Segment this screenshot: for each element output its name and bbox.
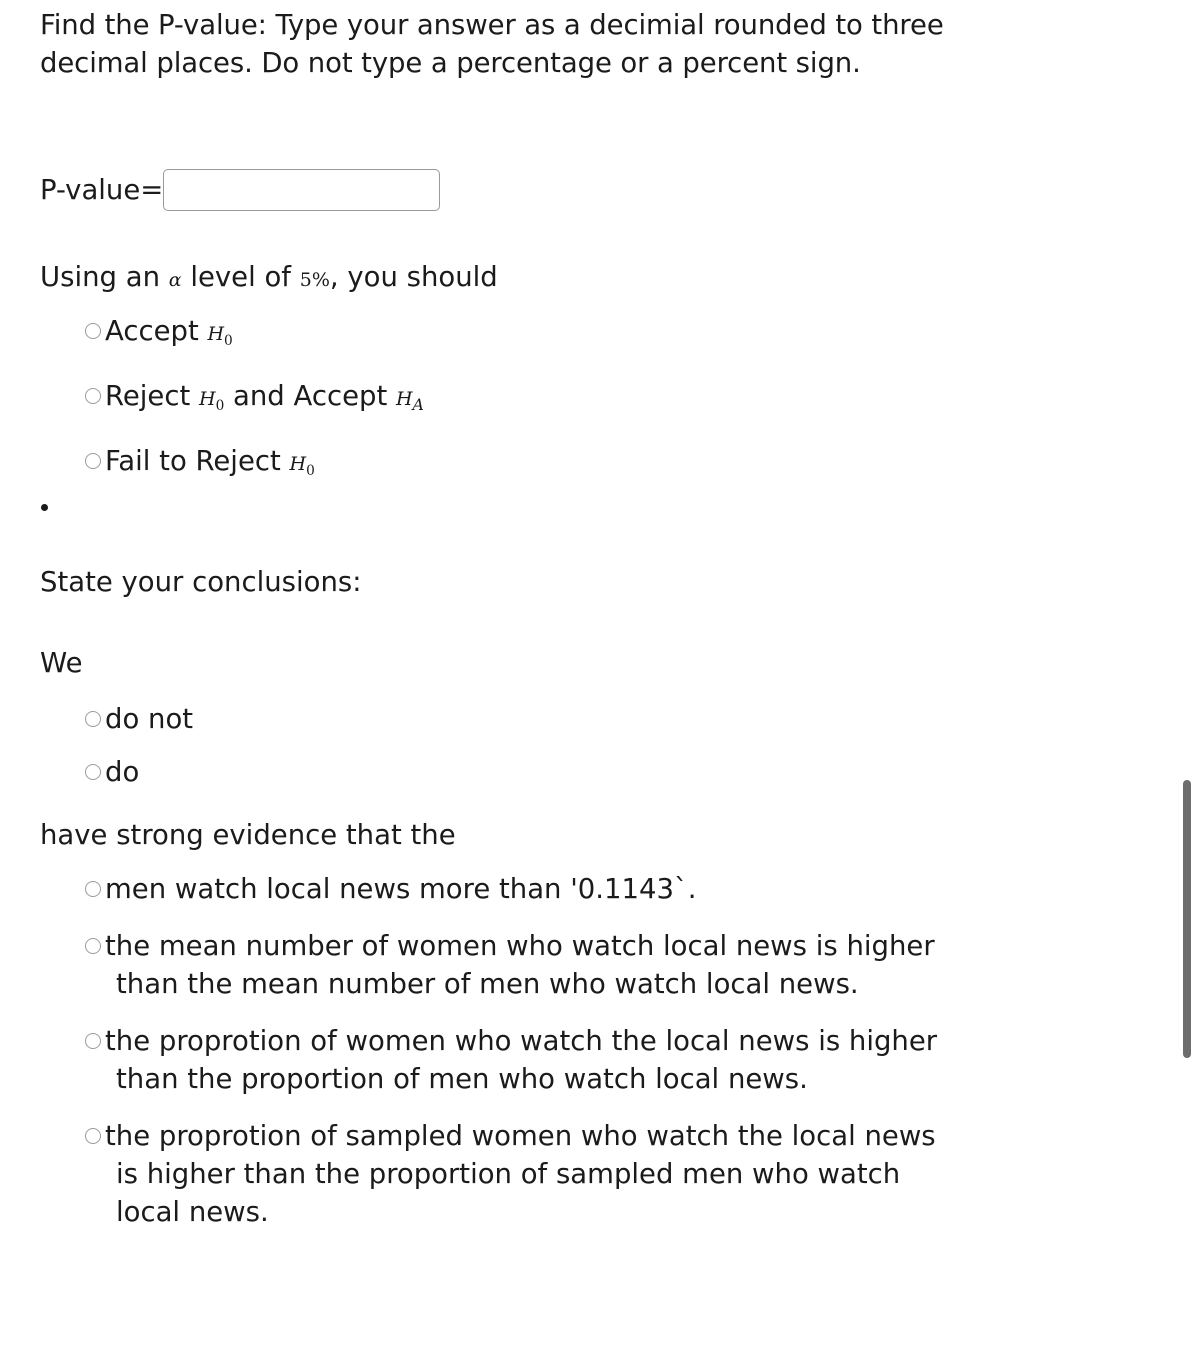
conclusion-line-3: local news. [116,1196,269,1228]
radio-icon[interactable] [85,881,101,897]
prompt-text: Find the P-value: Type your answer as a … [40,9,944,79]
hypothesis-letter: H [207,323,225,345]
hypothesis-symbol-alt: HA [395,387,424,414]
conclusion-option-label: men watch local news more than '0.1143`. [105,870,1050,908]
decision-options-group: Accept H0 Reject H0 and Accept HA Fail t… [85,312,424,506]
conclusion-line-1: the proprotion of women who watch the lo… [105,1025,938,1057]
hypothesis-subscript: A [412,394,424,414]
hypothesis-symbol: H0 [207,323,232,349]
alpha-level-value: 5 [299,269,312,291]
decision-option-label: Accept H0 [105,312,233,360]
hypothesis-letter: H [289,452,307,475]
we-word-text: We [40,647,83,679]
conclusion-option-label: the proprotion of women who watch the lo… [105,1022,1050,1098]
conclusion-options-group: men watch local news more than '0.1143`.… [85,870,1095,1250]
conclusion-line-1: the mean number of women who watch local… [105,930,935,962]
alpha-lead-text-2: level of [181,261,300,293]
percent-symbol: % [311,269,330,291]
alpha-symbol: α [168,269,182,291]
radio-icon[interactable] [85,387,101,404]
hypothesis-letter: H [199,387,216,410]
conclusion-option-label: the proprotion of sampled women who watc… [105,1117,1050,1231]
conclusion-line-1: men watch local news more than '0.1143`. [105,873,697,905]
bullet-dot-icon [41,504,48,511]
scrollbar-thumb[interactable] [1183,780,1191,1058]
option-prefix-text: Fail to Reject [105,444,290,477]
decision-option-fail-to-reject-h0[interactable]: Fail to Reject H0 [85,442,424,490]
decision-option-accept-h0[interactable]: Accept H0 [85,312,424,360]
pvalue-row: P-value= [40,166,441,214]
conclusion-option-men-watch-more[interactable]: men watch local news more than '0.1143`. [85,870,1095,908]
conclusion-line-2: than the proportion of men who watch loc… [116,1063,808,1095]
radio-icon[interactable] [85,1128,101,1144]
alpha-level-line: Using an α level of 5%, you should [40,258,498,299]
option-middle-text: and Accept [224,379,396,412]
pvalue-input[interactable] [163,169,441,211]
question-page: Find the P-value: Type your answer as a … [0,0,1200,1358]
we-option-do[interactable]: do [85,753,193,791]
hypothesis-subscript: 0 [215,397,225,414]
decision-option-label: Fail to Reject H0 [105,442,315,490]
hypothesis-subscript: 0 [224,332,233,349]
evidence-connector-text: have strong evidence that the [40,819,456,851]
conclusion-option-mean-number-women[interactable]: the mean number of women who watch local… [85,927,1095,1003]
radio-icon[interactable] [85,323,101,339]
conclusion-line-2: is higher than the proportion of sampled… [116,1158,901,1190]
conclusion-line-2: than the mean number of men who watch lo… [116,968,859,1000]
radio-icon[interactable] [85,764,101,780]
conclusion-option-proportion-sampled-women[interactable]: the proprotion of sampled women who watc… [85,1117,1095,1231]
hypothesis-symbol: H0 [289,452,315,479]
we-option-do-not[interactable]: do not [85,700,193,738]
conclusion-line-1: the proprotion of sampled women who watc… [105,1120,936,1152]
hypothesis-symbol: H0 [199,387,224,414]
decision-option-label: Reject H0 and Accept HA [105,377,424,425]
alpha-lead-text-3: , you should [329,261,498,293]
pvalue-label: P-value= [40,174,164,206]
option-prefix-text: Reject [105,379,199,412]
radio-icon[interactable] [85,452,101,469]
conclusions-heading: State your conclusions: [40,566,362,598]
radio-icon[interactable] [85,1033,101,1049]
hypothesis-subscript: 0 [306,462,315,479]
we-option-label: do [105,756,140,788]
hypothesis-letter: H [395,387,413,410]
conclusion-option-proportion-women[interactable]: the proprotion of women who watch the lo… [85,1022,1095,1098]
option-prefix-text: Accept [105,315,208,347]
radio-icon[interactable] [85,938,101,954]
alpha-lead-text-1: Using an [40,261,169,293]
we-options-group: do not do [85,700,193,806]
decision-option-reject-h0-accept-ha[interactable]: Reject H0 and Accept HA [85,377,424,425]
we-option-label: do not [105,703,194,735]
radio-icon[interactable] [85,711,101,727]
conclusion-option-label: the mean number of women who watch local… [105,927,1050,1003]
